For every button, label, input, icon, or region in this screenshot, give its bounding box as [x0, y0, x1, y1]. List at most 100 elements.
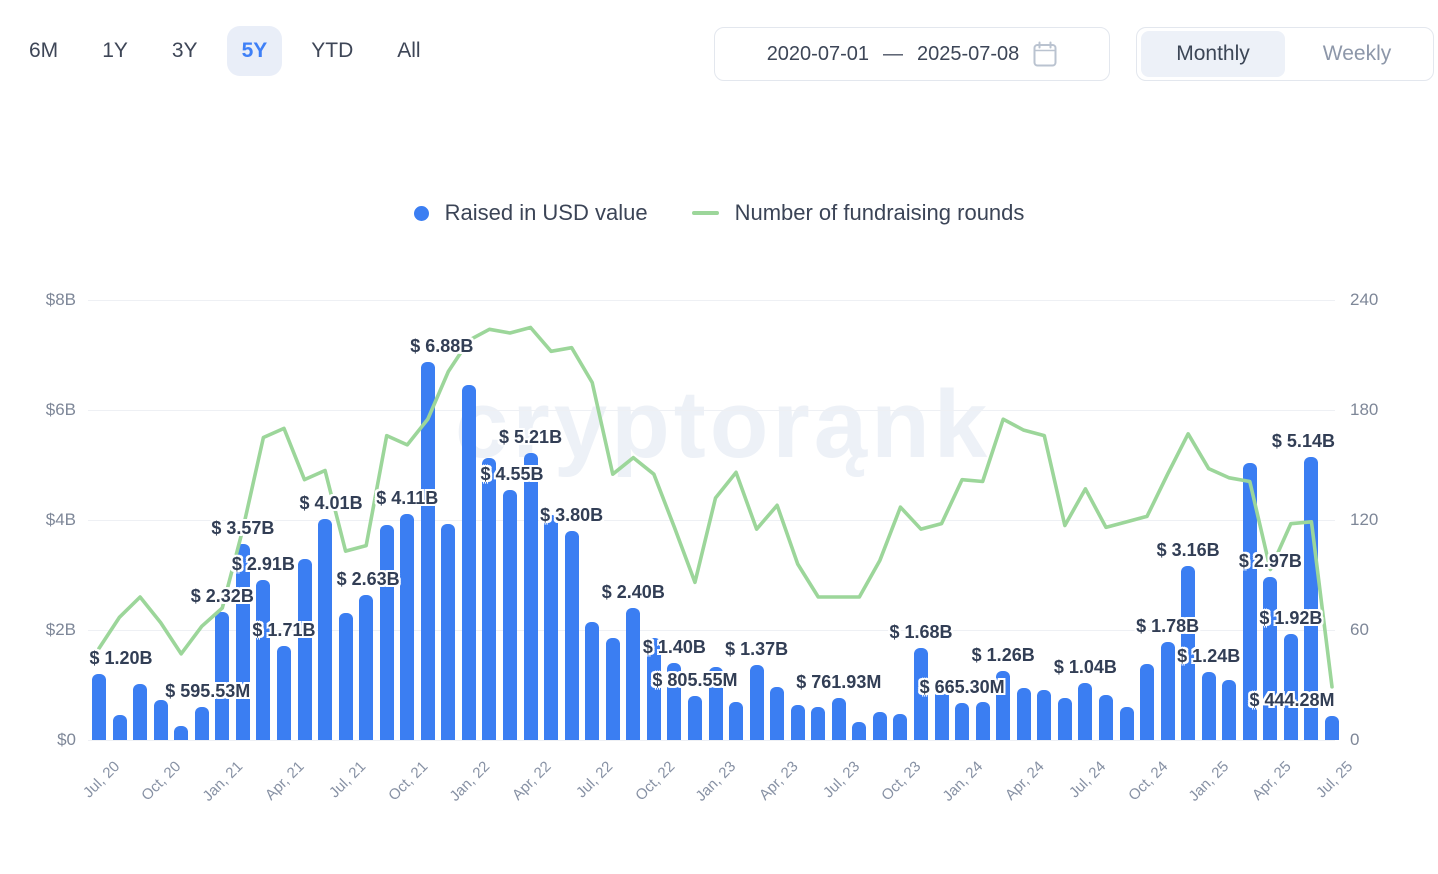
time-range-1y[interactable]: 1Y	[87, 26, 143, 76]
raised-series-dot-icon	[414, 206, 429, 221]
legend-item-rounds[interactable]: Number of fundraising rounds	[692, 200, 1025, 226]
chart-toolbar: 6M 1Y 3Y 5Y YTD All 2020-07-01 — 2025-07-08 M…	[0, 0, 1438, 110]
bar-aug-22[interactable]	[606, 638, 620, 740]
bar-value-label: $ 1.78B	[1136, 616, 1199, 637]
bar-aug-23[interactable]	[852, 722, 866, 740]
x-axis-tick: Apr, 23	[756, 758, 802, 804]
time-range-ytd[interactable]: YTD	[296, 26, 368, 76]
bar-jun-21[interactable]	[318, 519, 332, 740]
bar-value-label: $ 1.71B	[252, 620, 315, 641]
date-to: 2025-07-08	[917, 43, 1019, 66]
bar-sep-24[interactable]	[1120, 707, 1134, 740]
x-axis-tick: Jan, 23	[693, 758, 740, 805]
calendar-icon[interactable]	[1033, 41, 1057, 67]
bar-value-label: $ 6.88B	[410, 336, 473, 357]
x-axis-tick: Jul, 20	[80, 758, 123, 801]
bar-may-21[interactable]	[298, 559, 312, 740]
bar-oct-20[interactable]	[154, 700, 168, 740]
granularity-monthly[interactable]: Monthly	[1141, 31, 1285, 77]
bar-dec-21[interactable]	[441, 524, 455, 740]
y-axis-right-tick: 0	[1350, 730, 1410, 750]
x-axis-tick: Apr, 25	[1249, 758, 1295, 804]
bar-dec-22[interactable]	[688, 696, 702, 740]
bar-value-label: $ 2.40B	[602, 582, 665, 603]
bar-sep-23[interactable]	[873, 712, 887, 740]
date-range-picker[interactable]: 2020-07-01 — 2025-07-08	[714, 27, 1110, 81]
bar-apr-22[interactable]	[524, 453, 538, 740]
bar-value-label: $ 1.26B	[972, 645, 1035, 666]
bar-mar-21[interactable]	[256, 580, 270, 740]
time-range-5y[interactable]: 5Y	[227, 26, 283, 76]
gridline	[88, 740, 1335, 741]
bar-oct-21[interactable]	[400, 514, 414, 740]
bar-aug-20[interactable]	[113, 715, 127, 740]
bar-feb-25[interactable]	[1222, 680, 1236, 741]
time-range-all[interactable]: All	[382, 26, 435, 76]
bar-mar-23[interactable]	[750, 665, 764, 740]
bar-value-label: $ 1.04B	[1054, 657, 1117, 678]
bar-feb-24[interactable]	[976, 702, 990, 741]
x-axis-tick: Jul, 21	[326, 758, 369, 801]
x-axis-tick: Jan, 24	[939, 758, 986, 805]
bar-jul-20[interactable]	[92, 674, 106, 740]
bar-jul-22[interactable]	[585, 622, 599, 740]
bar-oct-24[interactable]	[1140, 664, 1154, 740]
legend-rounds-label: Number of fundraising rounds	[735, 200, 1025, 226]
time-range-3y[interactable]: 3Y	[157, 26, 213, 76]
legend-item-raised[interactable]: Raised in USD value	[414, 200, 648, 226]
bar-jun-24[interactable]	[1058, 698, 1072, 740]
granularity-weekly[interactable]: Weekly	[1285, 31, 1429, 77]
y-axis-left-tick: $4B	[16, 510, 76, 530]
bar-apr-23[interactable]	[770, 687, 784, 740]
bar-jan-25[interactable]	[1202, 672, 1216, 740]
bar-aug-21[interactable]	[359, 595, 373, 740]
bar-mar-22[interactable]	[503, 490, 517, 740]
bar-feb-23[interactable]	[729, 702, 743, 740]
x-axis-tick: Oct, 22	[632, 758, 678, 804]
bar-oct-23[interactable]	[893, 714, 907, 740]
bar-sep-22[interactable]	[626, 608, 640, 740]
date-from: 2020-07-01	[767, 43, 869, 66]
bar-value-label: $ 2.32B	[191, 586, 254, 607]
bar-sep-20[interactable]	[133, 684, 147, 740]
bar-apr-21[interactable]	[277, 646, 291, 740]
bar-nov-24[interactable]	[1161, 642, 1175, 740]
bar-value-label: $ 761.93M	[796, 672, 881, 693]
bar-jul-23[interactable]	[832, 698, 846, 740]
bar-value-label: $ 3.16B	[1157, 540, 1220, 561]
bar-may-24[interactable]	[1037, 690, 1051, 740]
bar-value-label: $ 4.55B	[480, 464, 543, 485]
bar-aug-24[interactable]	[1099, 695, 1113, 740]
bar-jun-23[interactable]	[811, 707, 825, 740]
bar-value-label: $ 595.53M	[165, 681, 250, 702]
bar-feb-22[interactable]	[482, 458, 496, 740]
bar-jul-21[interactable]	[339, 613, 353, 740]
bar-jan-22[interactable]	[462, 385, 476, 740]
bar-may-22[interactable]	[544, 515, 558, 740]
legend-raised-label: Raised in USD value	[445, 200, 648, 226]
x-axis-tick: Jul, 25	[1313, 758, 1356, 801]
x-axis-tick: Jan, 21	[200, 758, 247, 805]
bar-sep-21[interactable]	[380, 525, 394, 740]
x-axis-tick: Oct, 24	[1125, 758, 1171, 804]
bar-jul-25[interactable]	[1325, 716, 1339, 740]
bar-dec-20[interactable]	[195, 707, 209, 740]
x-axis-tick: Oct, 23	[878, 758, 924, 804]
bar-nov-21[interactable]	[421, 362, 435, 740]
bar-apr-24[interactable]	[1017, 688, 1031, 740]
fundraising-chart-page: 6M 1Y 3Y 5Y YTD All 2020-07-01 — 2025-07-08 M…	[0, 0, 1438, 874]
bar-jul-24[interactable]	[1078, 683, 1092, 740]
bar-may-25[interactable]	[1284, 634, 1298, 740]
time-range-6m[interactable]: 6M	[14, 26, 73, 76]
bar-nov-20[interactable]	[174, 726, 188, 740]
bar-jun-22[interactable]	[565, 531, 579, 740]
bar-jan-21[interactable]	[215, 612, 229, 740]
bar-may-23[interactable]	[791, 705, 805, 740]
x-axis-tick: Jul, 23	[820, 758, 863, 801]
y-axis-right-tick: 240	[1350, 290, 1410, 310]
x-axis-tick: Jul, 22	[573, 758, 616, 801]
x-axis-tick: Apr, 22	[509, 758, 555, 804]
bar-jan-24[interactable]	[955, 703, 969, 740]
bar-value-label: $ 4.01B	[300, 493, 363, 514]
bar-apr-25[interactable]	[1263, 577, 1277, 740]
